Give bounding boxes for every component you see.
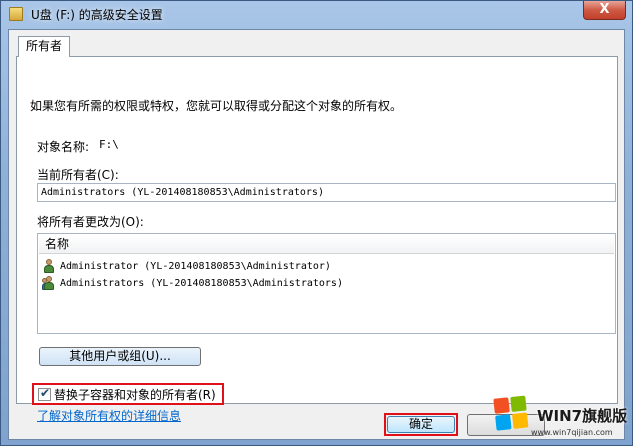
- current-owner-field[interactable]: Administrators (YL-201408180853\Administ…: [37, 183, 616, 202]
- object-name-label: 对象名称:: [37, 140, 90, 154]
- replace-owner-checkbox-row[interactable]: 替换子容器和对象的所有者(R): [32, 383, 224, 405]
- current-owner-label: 当前所有者(C):: [37, 168, 119, 182]
- list-item-label: Administrator (YL-201408180853\Administr…: [60, 260, 331, 272]
- other-users-or-groups-button[interactable]: 其他用户或组(U)...: [39, 347, 201, 366]
- list-column-header-name[interactable]: 名称: [39, 235, 614, 254]
- watermark: WIN7旗舰版 www.win7qijian.com: [479, 393, 633, 446]
- owner-tab-panel: 如果您有所需的权限或特权，您就可以取得或分配这个对象的所有权。 对象名称: F:…: [16, 56, 618, 423]
- folder-icon: [9, 7, 23, 21]
- owner-listbox[interactable]: 名称 Administrator (YL-201408180853\Admini…: [37, 233, 616, 334]
- ok-button-highlight: 确定: [384, 413, 458, 436]
- users-group-icon: [42, 276, 56, 290]
- window-title: U盘 (F:) 的高级安全设置: [31, 8, 163, 22]
- replace-owner-checkbox[interactable]: [38, 386, 51, 401]
- windows-logo-icon: [493, 395, 530, 432]
- replace-owner-checkbox-label[interactable]: 替换子容器和对象的所有者(R): [54, 386, 216, 403]
- dialog-client-area: 所有者 如果您有所需的权限或特权，您就可以取得或分配这个对象的所有权。 对象名称…: [8, 29, 625, 440]
- watermark-url: www.win7qijian.com: [531, 428, 613, 437]
- change-owner-label: 将所有者更改为(O):: [37, 215, 144, 229]
- list-item-label: Administrators (YL-201408180853\Administ…: [60, 277, 343, 289]
- advanced-security-settings-window: U盘 (F:) 的高级安全设置 X 所有者 如果您有所需的权限或特权，您就可以取…: [0, 0, 633, 446]
- close-button[interactable]: X: [583, 1, 626, 20]
- object-name-value: F:\: [99, 138, 119, 151]
- title-bar[interactable]: U盘 (F:) 的高级安全设置 X: [1, 1, 632, 28]
- user-icon: [42, 259, 56, 273]
- learn-ownership-link[interactable]: 了解对象所有权的详细信息: [37, 407, 181, 424]
- tab-owner[interactable]: 所有者: [18, 36, 70, 57]
- list-item[interactable]: Administrator (YL-201408180853\Administr…: [42, 258, 331, 274]
- ok-button[interactable]: 确定: [387, 416, 455, 433]
- list-item[interactable]: Administrators (YL-201408180853\Administ…: [42, 275, 343, 291]
- owner-description: 如果您有所需的权限或特权，您就可以取得或分配这个对象的所有权。: [30, 99, 403, 113]
- watermark-brand: WIN7旗舰版: [537, 407, 628, 425]
